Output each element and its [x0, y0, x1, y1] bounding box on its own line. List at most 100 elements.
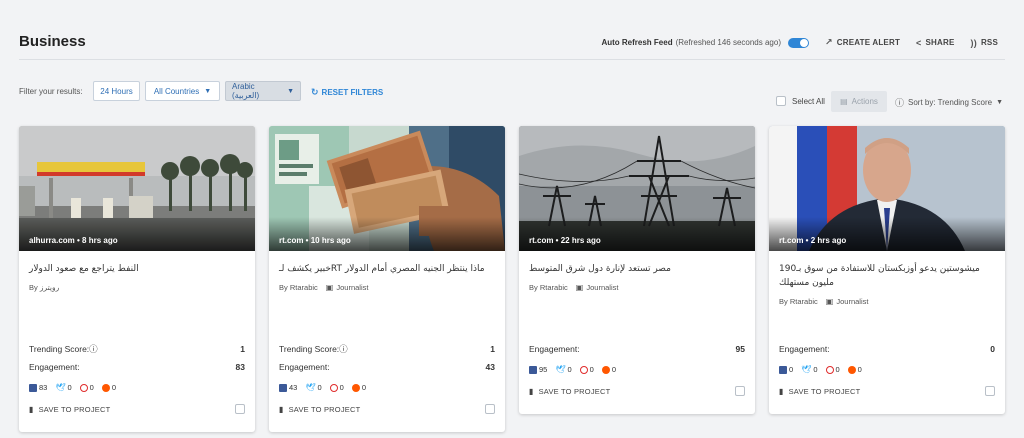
reddit-count: 0	[601, 365, 616, 374]
page-title: Business	[19, 33, 86, 50]
article-source[interactable]: rt.com • 10 hrs ago	[279, 236, 351, 245]
save-to-project-button[interactable]: ▮ SAVE TO PROJECT	[29, 405, 110, 414]
facebook-count: 0	[779, 365, 793, 374]
select-all[interactable]: Select All	[776, 96, 825, 106]
article-card[interactable]: rt.com • 2 hrs ago ميشوستين يدعو أوزبكست…	[769, 126, 1005, 414]
reddit-value: 0	[857, 365, 862, 374]
twitter-count: 🕊︎ 0	[305, 383, 321, 392]
countries-filter[interactable]: All Countries ▼	[145, 81, 220, 101]
journalist-label: Journalist	[586, 283, 619, 292]
engagement-row: Engagement: 83	[29, 358, 245, 376]
pinterest-icon	[825, 365, 834, 374]
card-checkbox[interactable]	[485, 404, 495, 414]
reddit-count: 0	[101, 383, 117, 392]
by-label: By	[779, 297, 788, 306]
facebook-count: 43	[279, 383, 297, 392]
facebook-value: 83	[39, 383, 48, 392]
refresh-icon: ↻	[311, 87, 319, 97]
filter-label: Filter your results:	[19, 87, 83, 96]
facebook-value: 43	[289, 383, 298, 392]
info-icon[interactable]: ⓘ	[339, 344, 348, 354]
bookmark-icon: ▮	[279, 404, 284, 414]
info-icon[interactable]: ⓘ	[89, 344, 98, 354]
newspaper-icon: ▣	[325, 283, 334, 292]
time-filter[interactable]: 24 Hours	[93, 81, 140, 101]
auto-refresh-toggle[interactable]	[788, 37, 809, 48]
reddit-value: 0	[111, 383, 117, 392]
page-header: Business Auto Refresh Feed (Refreshed 14…	[0, 0, 1024, 60]
reddit-icon	[847, 365, 856, 374]
article-image[interactable]: rt.com • 2 hrs ago	[769, 126, 1005, 251]
select-all-checkbox[interactable]	[776, 96, 786, 106]
facebook-icon	[279, 383, 287, 392]
engagement-value: 0	[990, 344, 995, 354]
article-title[interactable]: مصر تستعد لإنارة دول شرق المتوسط	[529, 262, 745, 276]
save-to-project-button[interactable]: ▮ SAVE TO PROJECT	[779, 387, 860, 396]
save-to-project-button[interactable]: ▮ SAVE TO PROJECT	[529, 387, 610, 396]
trending-value: 1	[490, 344, 495, 354]
header-divider	[19, 59, 1005, 60]
engagement-value: 83	[235, 362, 245, 372]
article-source[interactable]: alhurra.com • 8 hrs ago	[29, 236, 118, 245]
save-row: ▮ SAVE TO PROJECT	[279, 404, 495, 414]
bookmark-icon: ▮	[29, 404, 34, 414]
facebook-icon	[29, 383, 37, 392]
actions-icon: ▤	[840, 97, 848, 106]
article-title[interactable]: ماذا ينتظر الجنيه المصري أمام الدولار RT…	[279, 262, 495, 276]
author-name[interactable]: Rtarabic	[790, 297, 818, 306]
pinterest-value: 0	[835, 365, 840, 374]
chevron-down-icon: ▼	[204, 87, 212, 95]
sort-dropdown[interactable]: ⓘ Sort by: Trending Score ▼	[895, 96, 1003, 109]
create-alert-button[interactable]: ↗ CREATE ALERT	[825, 37, 900, 48]
article-image[interactable]: rt.com • 10 hrs ago	[269, 126, 505, 251]
author-name[interactable]: Rtarabic	[540, 283, 568, 292]
article-image[interactable]: alhurra.com • 8 hrs ago	[19, 126, 255, 251]
twitter-value: 0	[67, 383, 72, 392]
save-label: SAVE TO PROJECT	[788, 386, 861, 396]
twitter-count: 🕊︎ 0	[55, 383, 71, 392]
actions-button[interactable]: ▤ Actions	[831, 91, 887, 112]
article-image[interactable]: rt.com • 22 hrs ago	[519, 126, 755, 251]
language-filter[interactable]: Arabic (العربية) ▼	[225, 81, 301, 101]
article-card[interactable]: alhurra.com • 8 hrs ago النفط يتراجع مع …	[19, 126, 255, 432]
article-source[interactable]: rt.com • 22 hrs ago	[529, 236, 601, 245]
trending-value: 1	[240, 344, 245, 354]
byline: By Rtarabic ▣ Journalist	[279, 283, 495, 292]
card-checkbox[interactable]	[735, 386, 745, 396]
by-label: By	[29, 283, 38, 292]
trending-row: Trending Score:ⓘ 1	[29, 340, 245, 358]
article-card[interactable]: rt.com • 10 hrs ago ماذا ينتظر الجنيه ال…	[269, 126, 505, 432]
reddit-count: 0	[847, 365, 862, 374]
byline: By Rtarabic ▣ Journalist	[779, 297, 995, 306]
trend-arrow-icon: ↗	[825, 37, 833, 47]
rss-icon: ))	[970, 37, 977, 48]
pinterest-count: 0	[79, 383, 94, 392]
article-card[interactable]: rt.com • 22 hrs ago مصر تستعد لإنارة دول…	[519, 126, 755, 414]
social-counts: 0 🕊︎ 0 0 0	[779, 365, 995, 374]
reddit-icon	[351, 383, 360, 392]
journalist-label: Journalist	[336, 283, 369, 292]
author-name[interactable]: Rtarabic	[290, 283, 318, 292]
social-counts: 83 🕊︎ 0 0 0	[29, 383, 245, 392]
rss-button[interactable]: )) RSS	[971, 38, 998, 48]
article-title[interactable]: ميشوستين يدعو أوزبكستان للاستفادة من سوق…	[779, 262, 995, 290]
auto-refresh: Auto Refresh Feed (Refreshed 146 seconds…	[601, 37, 825, 48]
journalist-tag: ▣ Journalist	[576, 283, 619, 292]
reset-filters-button[interactable]: ↻ RESET FILTERS	[311, 87, 383, 98]
sort-label: Sort by: Trending Score	[908, 98, 993, 107]
newspaper-icon: ▣	[575, 283, 584, 292]
card-checkbox[interactable]	[985, 386, 995, 396]
save-to-project-button[interactable]: ▮ SAVE TO PROJECT	[279, 405, 360, 414]
article-source[interactable]: rt.com • 2 hrs ago	[779, 236, 846, 245]
author-name[interactable]: رويترز	[40, 283, 59, 292]
card-checkbox[interactable]	[235, 404, 245, 414]
save-label: SAVE TO PROJECT	[538, 386, 611, 396]
rss-label: RSS	[980, 38, 998, 47]
reddit-icon	[101, 383, 110, 392]
share-button[interactable]: < SHARE	[916, 38, 954, 48]
card-metrics: Engagement: 0 0 🕊︎ 0 0 0 ▮ SAVE TO PROJECT	[779, 340, 995, 396]
article-title[interactable]: النفط يتراجع مع صعود الدولار	[29, 262, 245, 276]
chevron-down-icon: ▼	[287, 87, 294, 95]
by-label: By	[529, 283, 538, 292]
card-body: النفط يتراجع مع صعود الدولار By رويترز	[19, 251, 255, 292]
